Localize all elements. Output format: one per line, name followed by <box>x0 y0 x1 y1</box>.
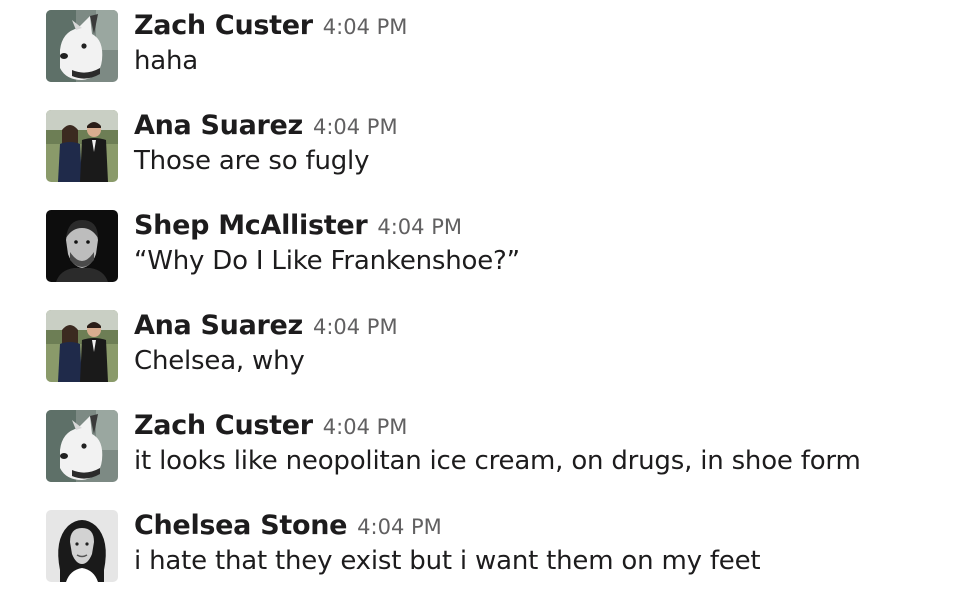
message-text: “Why Do I Like Frankenshoe?” <box>134 246 520 276</box>
message-header: Ana Suarez 4:04 PM <box>134 110 398 146</box>
woman-bw-avatar-icon <box>46 510 118 582</box>
message-feed: Zach Custer 4:04 PM haha Ana Suarez 4:04… <box>0 0 956 606</box>
couple-avatar-icon <box>46 110 118 182</box>
message: Ana Suarez 4:04 PM Those are so fugly <box>0 100 956 190</box>
message: Chelsea Stone 4:04 PM i hate that they e… <box>0 500 956 590</box>
message-text: Chelsea, why <box>134 346 305 376</box>
sender-name[interactable]: Shep McAllister <box>134 210 368 241</box>
message: Shep McAllister 4:04 PM “Why Do I Like F… <box>0 200 956 290</box>
message: Ana Suarez 4:04 PM Chelsea, why <box>0 300 956 390</box>
dog-avatar-icon <box>46 410 118 482</box>
timestamp[interactable]: 4:04 PM <box>357 515 442 539</box>
timestamp[interactable]: 4:04 PM <box>313 115 398 139</box>
message-header: Shep McAllister 4:04 PM <box>134 210 462 246</box>
sender-name[interactable]: Chelsea Stone <box>134 510 347 541</box>
couple-avatar-icon <box>46 310 118 382</box>
sender-name[interactable]: Zach Custer <box>134 10 313 41</box>
message-text: Those are so fugly <box>134 146 370 176</box>
avatar[interactable] <box>46 110 118 182</box>
message-text: haha <box>134 46 199 76</box>
message-text: it looks like neopolitan ice cream, on d… <box>134 446 861 476</box>
sender-name[interactable]: Ana Suarez <box>134 310 303 341</box>
message-header: Chelsea Stone 4:04 PM <box>134 510 442 546</box>
timestamp[interactable]: 4:04 PM <box>323 15 408 39</box>
sender-name[interactable]: Ana Suarez <box>134 110 303 141</box>
timestamp[interactable]: 4:04 PM <box>313 315 398 339</box>
avatar[interactable] <box>46 510 118 582</box>
avatar[interactable] <box>46 210 118 282</box>
message-header: Ana Suarez 4:04 PM <box>134 310 398 346</box>
avatar[interactable] <box>46 310 118 382</box>
avatar[interactable] <box>46 410 118 482</box>
timestamp[interactable]: 4:04 PM <box>323 415 408 439</box>
timestamp[interactable]: 4:04 PM <box>377 215 462 239</box>
dog-avatar-icon <box>46 10 118 82</box>
message-header: Zach Custer 4:04 PM <box>134 410 407 446</box>
avatar[interactable] <box>46 10 118 82</box>
message-header: Zach Custer 4:04 PM <box>134 10 407 46</box>
message: Zach Custer 4:04 PM it looks like neopol… <box>0 400 956 490</box>
man-bw-avatar-icon <box>46 210 118 282</box>
message-text: i hate that they exist but i want them o… <box>134 546 761 576</box>
sender-name[interactable]: Zach Custer <box>134 410 313 441</box>
message: Zach Custer 4:04 PM haha <box>0 0 956 90</box>
